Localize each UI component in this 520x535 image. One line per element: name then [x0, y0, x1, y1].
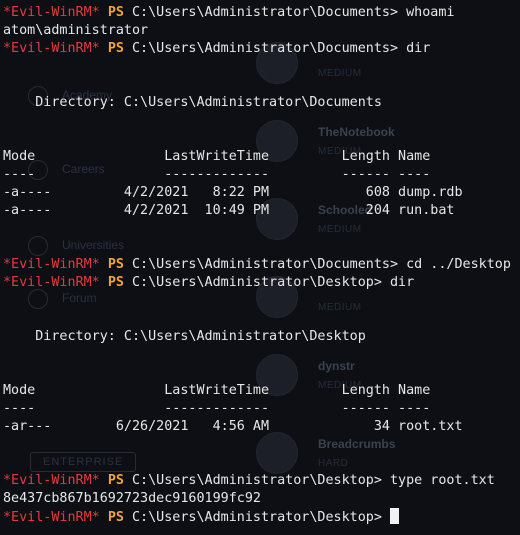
listing-header: Mode LastWriteTime Length Name: [3, 383, 431, 398]
prompt-ps: PS: [107, 5, 124, 20]
directory-heading: Directory: C:\Users\Administrator\Docume…: [3, 95, 382, 110]
listing-header: Mode LastWriteTime Length Name: [3, 149, 431, 164]
directory-heading: Directory: C:\Users\Administrator\Deskto…: [3, 329, 366, 344]
prompt-ps: PS: [107, 257, 124, 272]
prompt-name: *Evil-WinRM*: [3, 257, 100, 272]
prompt-line: *Evil-WinRM* PS C:\Users\Administrator\D…: [3, 256, 520, 274]
prompt-line: *Evil-WinRM* PS C:\Users\Administrator\D…: [3, 4, 520, 22]
listing-row: -ar--- 6/26/2021 4:56 AM 34 root.txt: [3, 419, 463, 434]
prompt-ps: PS: [107, 510, 124, 525]
listing-row: -a---- 4/2/2021 10:49 PM 204 run.bat: [3, 203, 455, 218]
prompt-line: *Evil-WinRM* PS C:\Users\Administrator\D…: [3, 40, 520, 58]
listing-separator: ---- ------------- ------ ----: [3, 167, 431, 182]
prompt-name: *Evil-WinRM*: [3, 5, 100, 20]
prompt-path: C:\Users\Administrator\Desktop>: [123, 510, 390, 525]
prompt-command: whoami: [406, 5, 455, 20]
prompt-path: C:\Users\Administrator\Documents>: [123, 257, 407, 272]
prompt-ps: PS: [107, 473, 124, 488]
prompt-name: *Evil-WinRM*: [3, 510, 100, 525]
prompt-path: C:\Users\Administrator\Documents>: [123, 41, 407, 56]
text-cursor: [389, 508, 399, 524]
prompt-ps: PS: [107, 275, 124, 290]
prompt-command: type root.txt: [389, 473, 495, 488]
active-prompt-line[interactable]: *Evil-WinRM* PS C:\Users\Administrator\D…: [3, 508, 520, 526]
prompt-name: *Evil-WinRM*: [3, 41, 100, 56]
prompt-command: dir: [406, 41, 431, 56]
prompt-ps: PS: [107, 41, 124, 56]
output-line: atom\administrator: [3, 23, 149, 38]
prompt-command: dir: [389, 275, 415, 290]
prompt-name: *Evil-WinRM*: [3, 275, 100, 290]
prompt-line: *Evil-WinRM* PS C:\Users\Administrator\D…: [3, 472, 520, 490]
listing-row: -a---- 4/2/2021 8:22 PM 608 dump.rdb: [3, 185, 463, 200]
prompt-name: *Evil-WinRM*: [3, 473, 100, 488]
prompt-line: *Evil-WinRM* PS C:\Users\Administrator\D…: [3, 274, 520, 292]
prompt-path: C:\Users\Administrator\Documents>: [123, 5, 407, 20]
prompt-path: C:\Users\Administrator\Desktop>: [123, 275, 390, 290]
terminal-output[interactable]: *Evil-WinRM* PS C:\Users\Administrator\D…: [3, 4, 520, 526]
prompt-command: cd ../Desktop: [406, 257, 511, 272]
flag-output: 8e437cb867b1692723dec9160199fc92: [3, 491, 261, 506]
listing-separator: ---- ------------- ------ ----: [3, 401, 431, 416]
prompt-path: C:\Users\Administrator\Desktop>: [123, 473, 390, 488]
